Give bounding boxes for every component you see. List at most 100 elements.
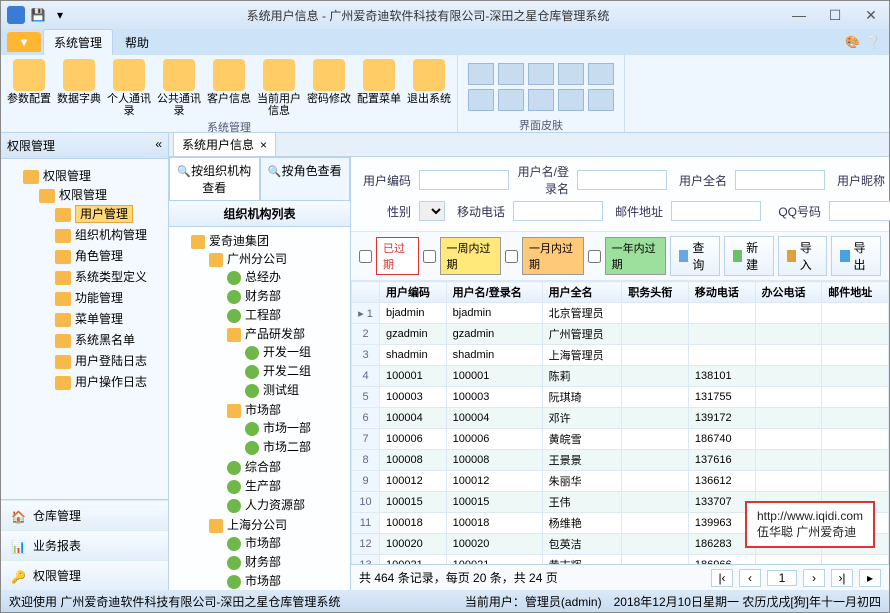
nav-0[interactable]: 🏠仓库管理: [1, 500, 168, 530]
cb-year[interactable]: [588, 250, 601, 263]
pager-next[interactable]: ›: [803, 569, 825, 587]
nav-1[interactable]: 📊业务报表: [1, 530, 168, 560]
close-button[interactable]: ✕: [859, 7, 883, 24]
close-tab-icon[interactable]: ×: [260, 138, 267, 152]
table-row[interactable]: 9100012100012朱丽华136612: [352, 471, 889, 492]
perm-item[interactable]: 系统黑名单: [55, 329, 162, 350]
ribbon-item-4[interactable]: 客户信息: [207, 59, 251, 117]
perm-item[interactable]: 用户操作日志: [55, 371, 162, 392]
viewtab-org[interactable]: 🔍按组织机构查看: [169, 157, 260, 200]
left-panel: 权限管理 « 权限管理 权限管理 用户管理组织机构管理角色管理系统类型定义功能管…: [1, 133, 169, 590]
import-button[interactable]: 导入: [778, 236, 828, 276]
ribbon-item-7[interactable]: 配置菜单: [357, 59, 401, 117]
input-fullname[interactable]: [735, 170, 825, 190]
col-header[interactable]: 邮件地址: [822, 282, 889, 303]
org-node[interactable]: 工程部: [227, 305, 346, 324]
org-node[interactable]: 测试组: [245, 380, 346, 399]
table-row[interactable]: 7100006100006黄皖雪186740: [352, 429, 889, 450]
table-row[interactable]: 3shadminshadmin上海管理员: [352, 345, 889, 366]
col-header[interactable]: 办公电话: [755, 282, 822, 303]
org-node[interactable]: 上海分公司市场部财务部市场部: [209, 515, 346, 590]
perm-item[interactable]: 用户管理: [55, 203, 162, 224]
cb-week[interactable]: [423, 250, 436, 263]
org-node[interactable]: 财务部: [227, 552, 346, 571]
chip-year: 一年内过期: [605, 237, 667, 275]
pager-last[interactable]: ›|: [831, 569, 853, 587]
col-header[interactable]: 职务头衔: [622, 282, 689, 303]
doc-tab-userinfo[interactable]: 系统用户信息 ×: [173, 132, 276, 156]
org-node[interactable]: 市场部市场一部市场二部: [227, 400, 346, 457]
file-button[interactable]: ▾: [7, 32, 41, 52]
cb-expired[interactable]: [359, 250, 372, 263]
perm-item[interactable]: 组织机构管理: [55, 224, 162, 245]
cb-month[interactable]: [505, 250, 518, 263]
help-icon[interactable]: ❔: [866, 35, 881, 49]
org-node[interactable]: 生产部: [227, 476, 346, 495]
table-row[interactable]: 2gzadmingzadmin广州管理员: [352, 324, 889, 345]
input-email[interactable]: [671, 201, 761, 221]
col-header[interactable]: 移动电话: [688, 282, 755, 303]
perm-item[interactable]: 角色管理: [55, 245, 162, 266]
ribbon-item-5[interactable]: 当前用户信息: [257, 59, 301, 117]
perm-item[interactable]: 系统类型定义: [55, 266, 162, 287]
table-row[interactable]: 5100003100003阮琪琦131755: [352, 387, 889, 408]
col-header[interactable]: 用户编码: [380, 282, 447, 303]
select-gender[interactable]: [419, 201, 445, 221]
tab-system[interactable]: 系统管理: [43, 29, 113, 55]
ribbon-item-8[interactable]: 退出系统: [407, 59, 451, 117]
table-row[interactable]: 6100004100004邓许139172: [352, 408, 889, 429]
query-button[interactable]: 查询: [670, 236, 720, 276]
input-mobile[interactable]: [513, 201, 603, 221]
ribbon-item-1[interactable]: 数据字典: [57, 59, 101, 117]
pager-goto[interactable]: ▸: [859, 569, 881, 587]
org-node[interactable]: 总经办: [227, 267, 346, 286]
org-root[interactable]: 爱奇迪集团 广州分公司总经办财务部工程部产品研发部开发一组开发二组测试组市场部市…: [191, 231, 346, 590]
ribbon-item-6[interactable]: 密码修改: [307, 59, 351, 117]
org-node[interactable]: 产品研发部开发一组开发二组测试组: [227, 324, 346, 400]
org-node[interactable]: 市场部: [227, 571, 346, 590]
nav-2[interactable]: 🔑权限管理: [1, 560, 168, 590]
ribbon-item-2[interactable]: 个人通讯录: [107, 59, 151, 117]
table-row[interactable]: 8100008100008王景景137616: [352, 450, 889, 471]
org-node[interactable]: 开发二组: [245, 361, 346, 380]
table-row[interactable]: ▸ 1bjadminbjadmin北京管理员: [352, 303, 889, 324]
ribbon-item-0[interactable]: 参数配置: [7, 59, 51, 117]
pager-prev[interactable]: ‹: [739, 569, 761, 587]
org-node[interactable]: 市场一部: [245, 418, 346, 437]
maximize-button[interactable]: ☐: [823, 7, 847, 24]
org-node[interactable]: 市场二部: [245, 437, 346, 456]
table-row[interactable]: 13100021100021黄志辉186966: [352, 555, 889, 565]
style-icon[interactable]: 🎨: [845, 35, 860, 49]
ribbon-item-3[interactable]: 公共通讯录: [157, 59, 201, 117]
org-node[interactable]: 人力资源部: [227, 495, 346, 514]
skin-gallery[interactable]: [464, 59, 618, 115]
qat-dropdown-icon[interactable]: ▾: [51, 6, 69, 24]
col-header[interactable]: 用户名/登录名: [446, 282, 542, 303]
org-node[interactable]: 综合部: [227, 457, 346, 476]
export-button[interactable]: 导出: [831, 236, 881, 276]
col-header[interactable]: 用户全名: [542, 282, 622, 303]
input-login[interactable]: [577, 170, 667, 190]
org-node[interactable]: 市场部: [227, 533, 346, 552]
org-node[interactable]: 开发一组: [245, 342, 346, 361]
ribbon-icon: [163, 59, 195, 91]
org-node[interactable]: 广州分公司总经办财务部工程部产品研发部开发一组开发二组测试组市场部市场一部市场二…: [209, 249, 346, 515]
minimize-button[interactable]: —: [787, 7, 811, 24]
input-code[interactable]: [419, 170, 509, 190]
tree-sub[interactable]: 权限管理 用户管理组织机构管理角色管理系统类型定义功能管理菜单管理系统黑名单用户…: [39, 184, 162, 394]
new-button[interactable]: 新建: [724, 236, 774, 276]
pager-page-input[interactable]: [767, 570, 797, 586]
status-bar: 欢迎使用 广州爱奇迪软件科技有限公司-深田之星仓库管理系统 当前用户：管理员(a…: [1, 590, 889, 612]
viewtab-role[interactable]: 🔍按角色查看: [260, 157, 351, 200]
perm-item[interactable]: 菜单管理: [55, 308, 162, 329]
tree-root[interactable]: 权限管理 权限管理 用户管理组织机构管理角色管理系统类型定义功能管理菜单管理系统…: [23, 165, 162, 396]
input-qq[interactable]: [829, 201, 890, 221]
tab-help[interactable]: 帮助: [115, 30, 159, 55]
qat-save-icon[interactable]: 💾: [29, 6, 47, 24]
chevron-left-icon[interactable]: «: [155, 137, 162, 154]
pager-first[interactable]: |‹: [711, 569, 733, 587]
perm-item[interactable]: 功能管理: [55, 287, 162, 308]
org-node[interactable]: 财务部: [227, 286, 346, 305]
perm-item[interactable]: 用户登陆日志: [55, 350, 162, 371]
table-row[interactable]: 4100001100001陈莉138101: [352, 366, 889, 387]
